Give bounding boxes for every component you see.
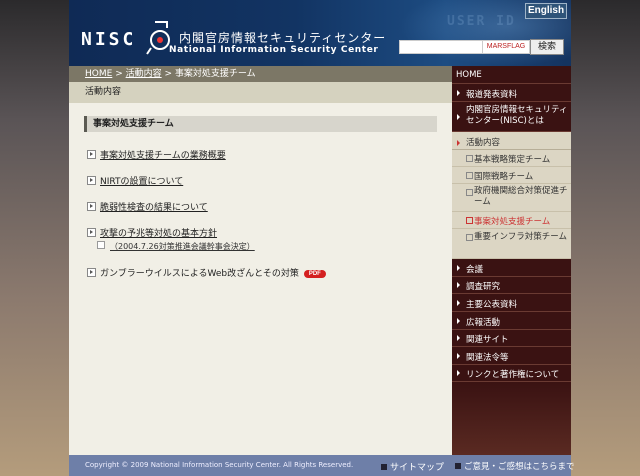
search-button[interactable]: 検索 [530,39,564,55]
sidebar-subitem-incident[interactable]: 事案対処支援チーム [452,212,571,229]
triangle-icon [457,282,460,288]
sidebar-item-label: 政府機関総合対策促進チーム [474,186,568,207]
list-item[interactable]: 脆弱性検査の結果について [87,200,208,213]
sitemap-link[interactable]: サイトマップ [381,460,444,473]
logo-japanese: 内閣官房情報セキュリティセンター [179,31,387,45]
sidebar-item-home[interactable]: HOME [452,66,571,84]
square-icon [466,155,473,162]
content-heading: 事案対処支援チーム [84,116,437,132]
marsflag-logo: MARSFLAG [482,40,530,54]
sidebar-item-activities[interactable]: 活動内容 [452,132,571,150]
triangle-icon [457,317,460,324]
sidebar-item-links-copyright[interactable]: リンクと著作権について [452,365,571,382]
breadcrumb: HOME > 活動内容 > 事案対処支援チーム [69,66,452,82]
sidebar-item-laws[interactable]: 関連法令等 [452,347,571,365]
arrow-icon [87,176,96,185]
feedback-label: ご意見・ご感想はこちらまで [464,462,575,472]
sub-item[interactable]: （2004.7.26対策推進会議幹事会決定） [97,241,255,252]
sidebar-item-label: 内閣官房情報セキュリティセンター(NISC)とは [466,105,568,126]
square-icon [466,234,473,241]
sidebar-item-label: 国際戦略チーム [474,172,534,182]
link-gumblar[interactable]: ガンブラーウイルスによるWeb改ざんとその対策 [100,269,299,279]
sitemap-label: サイトマップ [390,463,445,473]
triangle-icon [457,352,460,359]
sidebar-item-label: HOME [456,70,482,80]
list-item[interactable]: 事案対処支援チームの業務概要 [87,148,226,161]
sidebar-subitem-international[interactable]: 国際戦略チーム [452,167,571,184]
footer: Copyright © 2009 National Information Se… [69,455,575,476]
sidebar-subitem-strategy[interactable]: 基本戦略策定チーム [452,150,571,167]
sidebar-item-about[interactable]: 内閣官房情報セキュリティセンター(NISC)とは [452,102,571,132]
sidebar-item-pr[interactable]: 広報活動 [452,312,571,330]
breadcrumb-activities[interactable]: 活動内容 [126,69,162,79]
link-vulnerability[interactable]: 脆弱性検査の結果について [100,203,208,213]
sidebar-item-meetings[interactable]: 会議 [452,259,571,277]
arrow-icon [87,202,96,211]
arrow-icon [87,228,96,237]
sidebar-bottom [452,382,571,455]
triangle-icon [457,264,460,271]
link-nirt[interactable]: NIRTの設置について [100,177,183,187]
sidebar-item-research[interactable]: 調査研究 [452,277,571,294]
breadcrumb-home[interactable]: HOME [85,69,112,79]
arrow-icon [87,150,96,159]
square-icon [97,241,105,249]
triangle-icon [457,370,460,376]
sidebar-item-label: リンクと著作権について [466,370,560,380]
triangle-icon [457,140,460,146]
triangle-icon [457,89,460,96]
list-item[interactable]: 攻撃の予兆等対処の基本方針 [87,226,217,239]
sidebar-item-label: 主要公表資料 [466,300,518,310]
logo-nisc[interactable]: NISC [81,29,136,50]
sidebar-item-label: 重要インフラ対策チーム [474,232,567,242]
sidebar-item-label: 関連サイト [466,335,509,345]
logo-english: National Information Security Center [169,45,379,55]
arrow-icon [87,268,96,277]
pdf-icon[interactable]: PDF [303,269,326,278]
header: USER ID PASSWORD English NISC 内閣官房情報セキュリ… [69,0,571,66]
square-icon [466,172,473,179]
sidebar-item-label: 事案対処支援チーム [474,217,551,227]
sidebar-item-label: 広報活動 [466,318,501,328]
breadcrumb-separator: > [115,69,123,79]
sidebar-item-label: 活動内容 [466,138,501,148]
page: USER ID PASSWORD English NISC 内閣官房情報セキュリ… [69,0,575,476]
triangle-icon [457,299,460,306]
arrow-icon [455,463,461,469]
feedback-link[interactable]: ご意見・ご感想はこちらまで [455,460,575,472]
sub-item-label[interactable]: （2004.7.26対策推進会議幹事会決定） [110,242,255,251]
breadcrumb-separator: > [164,69,173,79]
sidebar-item-label: 調査研究 [466,282,501,292]
sidebar-subitem-government[interactable]: 政府機関総合対策促進チーム [452,184,571,212]
sidebar-item-label: 関連法令等 [466,353,509,363]
list-item[interactable]: ガンブラーウイルスによるWeb改ざんとその対策 PDF [87,266,326,279]
sidebar-item-label: 報道発表資料 [466,90,518,100]
sidebar-subitem-infrastructure[interactable]: 重要インフラ対策チーム [452,229,571,259]
square-icon [466,189,473,196]
section-title: 活動内容 [69,82,452,103]
header-decoration: USER ID [447,14,516,29]
arrow-icon [381,464,387,470]
breadcrumb-current: 事案対処支援チーム [174,69,256,79]
copyright: Copyright © 2009 National Information Se… [85,461,354,469]
square-icon [466,217,473,224]
sidebar-item-label: 基本戦略策定チーム [474,155,551,165]
link-team-overview[interactable]: 事案対処支援チームの業務概要 [100,151,226,161]
link-attack-policy[interactable]: 攻撃の予兆等対処の基本方針 [100,229,217,239]
english-button[interactable]: English [525,3,567,19]
search-input[interactable] [399,40,483,54]
sidebar-item-label: 会議 [466,265,484,275]
list-item[interactable]: NIRTの設置について [87,174,183,187]
triangle-icon [457,335,460,341]
sidebar-item-related-sites[interactable]: 関連サイト [452,330,571,347]
sidebar: HOME 報道発表資料 内閣官房情報セキュリティセンター(NISC)とは 活動内… [452,66,571,455]
sidebar-item-press[interactable]: 報道発表資料 [452,84,571,102]
sidebar-item-publications[interactable]: 主要公表資料 [452,294,571,312]
triangle-icon [457,113,460,120]
